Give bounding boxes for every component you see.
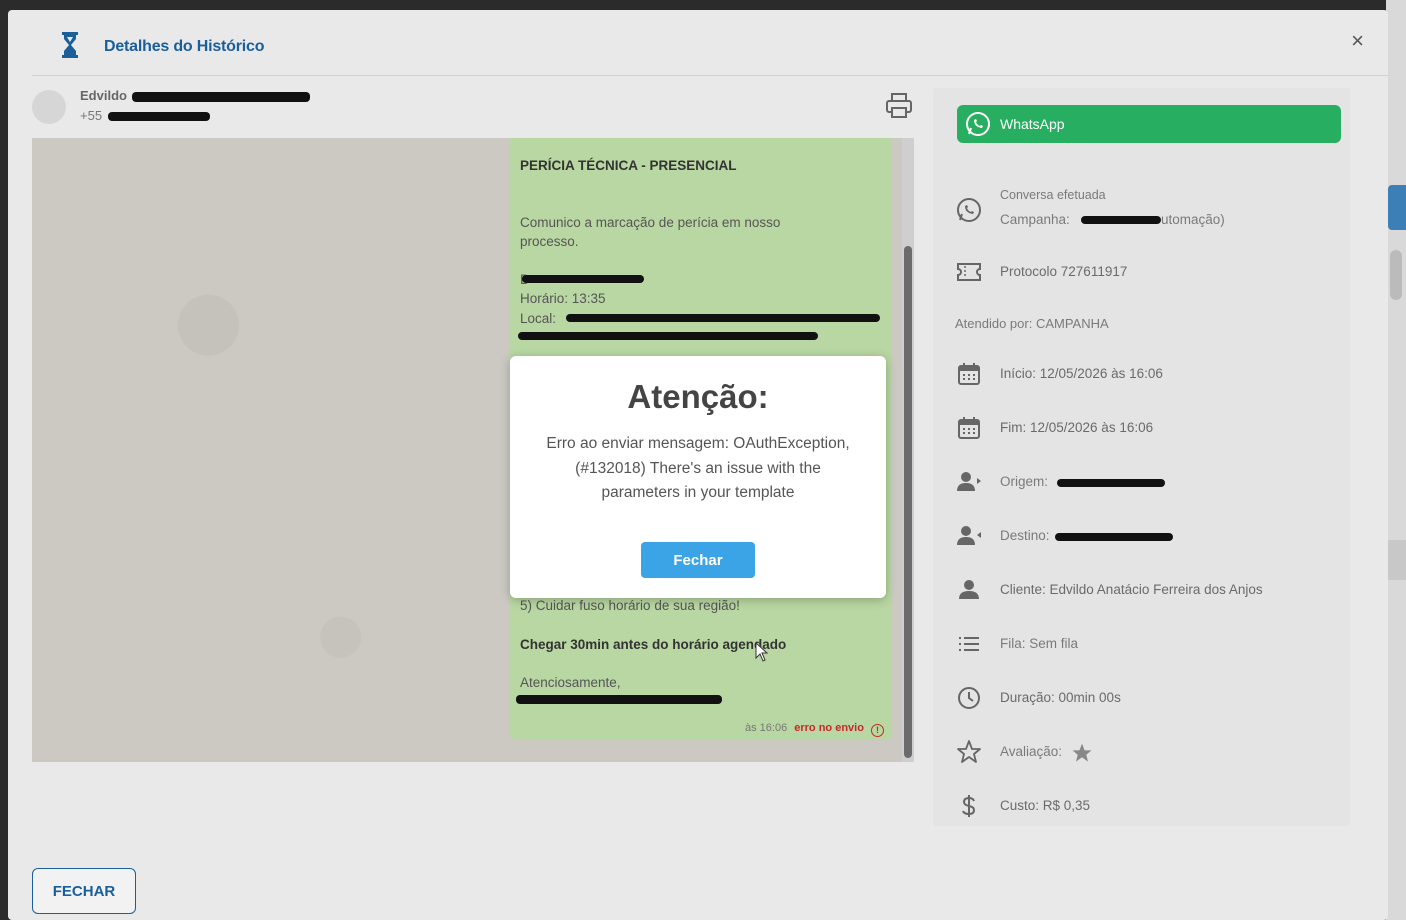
- background-element: [1386, 540, 1406, 580]
- cost-row: Custo: R$ 0,35: [955, 792, 1335, 820]
- duration-text: Duração: 00min 00s: [1000, 690, 1121, 705]
- protocol-row: Protocolo 727611917: [955, 258, 1335, 286]
- calendar-icon: [958, 417, 980, 439]
- channel-label: WhatsApp: [1000, 116, 1065, 132]
- calendar-icon: [958, 363, 980, 385]
- duration-row: Duração: 00min 00s: [955, 684, 1335, 712]
- cost-text: Custo: R$ 0,35: [1000, 798, 1091, 813]
- message-time: às 16:06: [744, 722, 788, 734]
- user-incoming-icon: [957, 526, 981, 545]
- start-row: Início: 12/05/2026 às 16:06: [955, 360, 1335, 388]
- redaction-mark: [516, 695, 722, 704]
- chat-scrollbar[interactable]: [902, 138, 914, 762]
- dollar-icon: [962, 795, 976, 817]
- attended-by-row: Atendido por: CAMPANHA: [955, 316, 1335, 336]
- error-icon: !: [871, 724, 884, 737]
- user-icon: [959, 580, 979, 599]
- error-status: erro no envio: [794, 722, 864, 734]
- end-row: Fim: 12/05/2026 às 16:06: [955, 414, 1335, 442]
- star-icon: [1072, 743, 1092, 762]
- campaign-suffix: utomação): [1161, 212, 1225, 227]
- client-text: Cliente: Edvildo Anatácio Ferreira dos A…: [1000, 582, 1263, 597]
- redaction-mark: [1055, 533, 1173, 541]
- end-text: Fim: 12/05/2026 às 16:06: [1000, 420, 1154, 435]
- background-page-edge: [1386, 0, 1406, 920]
- whatsapp-icon: [966, 112, 990, 136]
- redaction-mark: [1081, 216, 1161, 224]
- details-panel: WhatsApp Conversa efetuada Campanha: uto…: [933, 88, 1350, 826]
- contact-name: Edvildo: [80, 88, 127, 103]
- close-modal-button[interactable]: FECHAR: [32, 868, 136, 914]
- scrollbar-thumb[interactable]: [904, 246, 912, 758]
- hourglass-icon: [62, 32, 78, 58]
- message-line: Chegar 30min antes do horário agendado: [520, 637, 787, 652]
- star-outline-icon: [957, 740, 981, 763]
- queue-row: Fila: Sem fila: [955, 630, 1335, 658]
- avatar: [32, 90, 66, 124]
- destination-label: Destino:: [1000, 528, 1050, 543]
- message-line: Local:: [520, 311, 557, 326]
- modal-header: Detalhes do Histórico ×: [32, 10, 1388, 76]
- contact-header: Edvildo +55: [32, 86, 912, 136]
- background-element: [1390, 250, 1402, 300]
- redaction-mark: [132, 92, 310, 102]
- message-line: 5) Cuidar fuso horário de sua região!: [520, 598, 740, 613]
- rating-row: Avaliação:: [955, 738, 1335, 766]
- alert-close-button[interactable]: Fechar: [641, 542, 755, 578]
- alert-title: Atenção:: [627, 378, 769, 415]
- redaction-mark: [522, 275, 644, 283]
- ticket-icon: [957, 263, 981, 281]
- message-line: Horário: 13:35: [520, 291, 606, 306]
- redaction-mark: [108, 112, 210, 121]
- campaign-label: Campanha:: [1000, 212, 1070, 227]
- attended-by-text: Atendido por: CAMPANHA: [955, 316, 1109, 331]
- message-title: PERÍCIA TÉCNICA - PRESENCIAL: [520, 158, 737, 173]
- alert-message: Erro ao enviar mensagem: OAuthException,…: [546, 435, 850, 501]
- queue-text: Fila: Sem fila: [1000, 636, 1079, 651]
- redaction-mark: [518, 332, 818, 340]
- protocol-text: Protocolo 727611917: [1000, 264, 1128, 279]
- clock-icon: [958, 687, 980, 709]
- message-line: Atenciosamente,: [520, 675, 621, 690]
- user-outgoing-icon: [957, 472, 981, 491]
- redaction-mark: [566, 314, 880, 322]
- origin-row: Origem:: [955, 468, 1335, 496]
- modal-title: Detalhes do Histórico: [104, 38, 265, 55]
- conversation-status-row: Conversa efetuada Campanha: utomação): [955, 186, 1335, 238]
- message-meta: às 16:06 erro no envio !: [745, 719, 884, 738]
- rating-label: Avaliação:: [1000, 744, 1063, 759]
- message-line: Comunico a marcação de perícia em nosso: [520, 215, 781, 230]
- status-text: Conversa efetuada: [1000, 188, 1106, 202]
- mouse-cursor-icon: [755, 642, 769, 662]
- start-text: Início: 12/05/2026 às 16:06: [1000, 366, 1163, 381]
- whatsapp-icon: [957, 198, 981, 222]
- alert-dialog: Atenção: Erro ao enviar mensagem: OAuthE…: [510, 356, 886, 598]
- message-line: processo.: [520, 234, 579, 249]
- destination-row: Destino:: [955, 522, 1335, 550]
- printer-icon[interactable]: [884, 92, 914, 120]
- whatsapp-channel-button[interactable]: WhatsApp: [957, 105, 1341, 143]
- contact-phone: +55: [80, 108, 103, 123]
- origin-label: Origem:: [1000, 474, 1049, 489]
- close-icon[interactable]: ×: [1351, 28, 1364, 54]
- redaction-mark: [1057, 479, 1165, 487]
- background-button: [1388, 185, 1406, 230]
- list-icon: [959, 637, 979, 651]
- client-row: Cliente: Edvildo Anatácio Ferreira dos A…: [955, 576, 1335, 604]
- history-details-modal: Detalhes do Histórico × Edvildo +55 PERÍ…: [8, 10, 1388, 920]
